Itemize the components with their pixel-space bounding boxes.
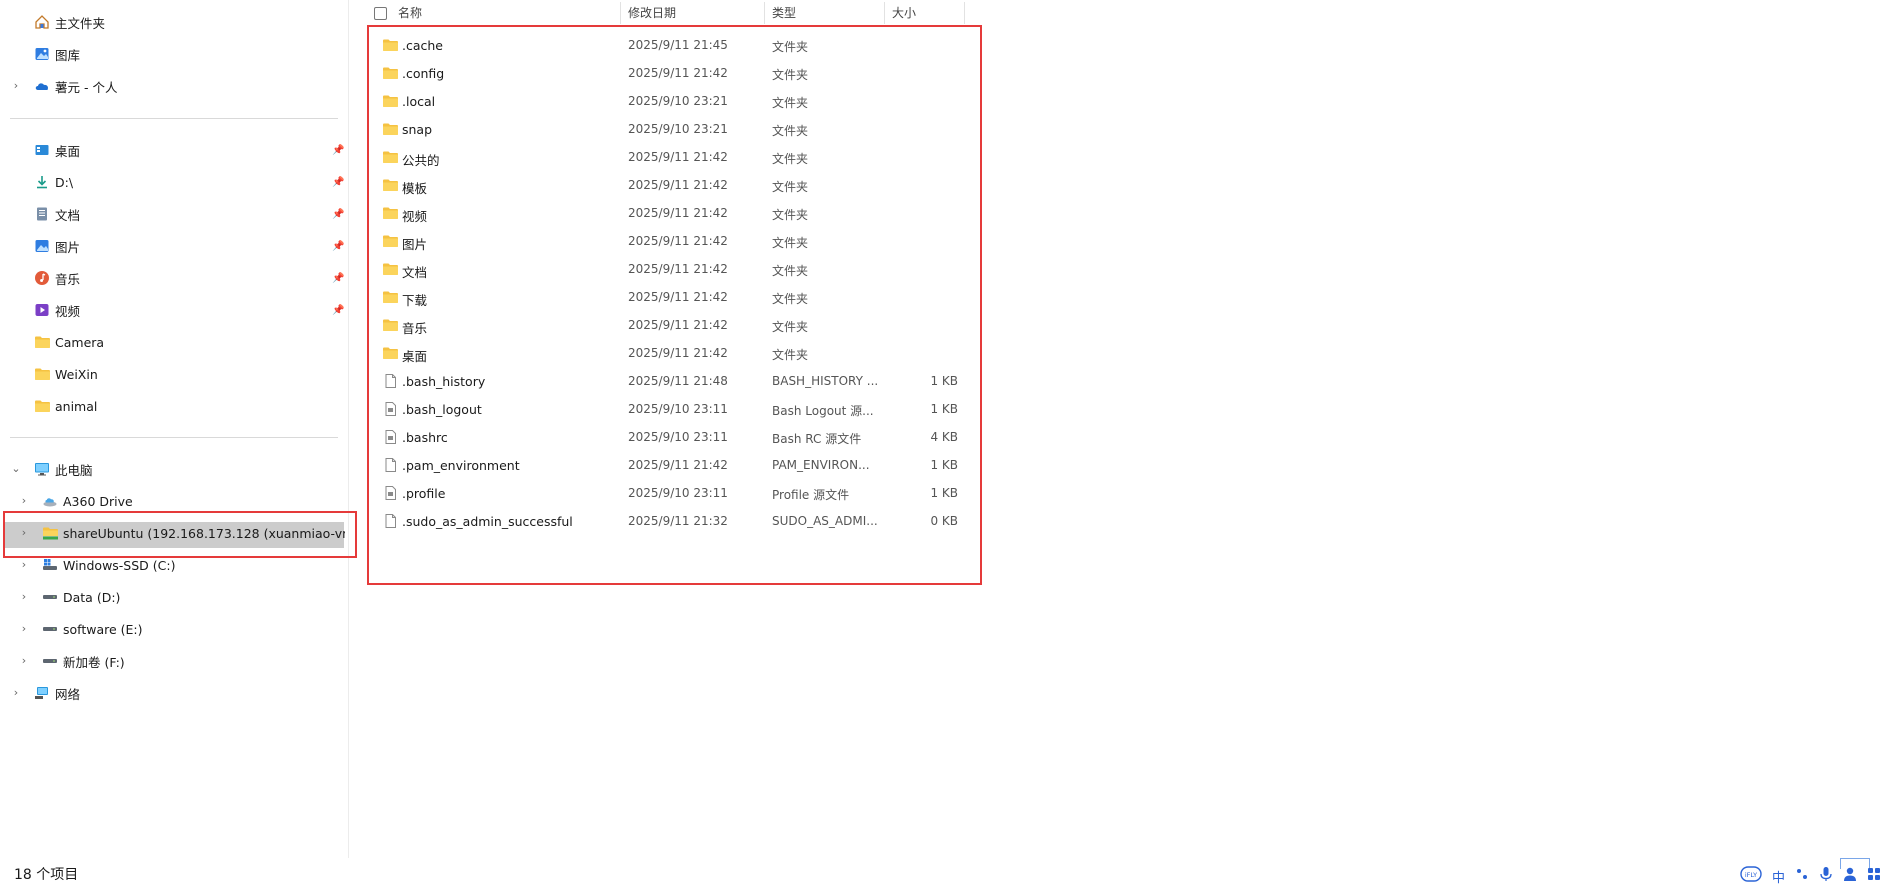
nav-item-weixin[interactable]: WeiXin	[0, 360, 348, 388]
nav-item-label: Data (D:)	[63, 589, 121, 605]
nav-item-onedrive[interactable]: › 薯元 - 个人	[0, 72, 348, 100]
onedrive-cloud-icon	[34, 78, 50, 94]
annotation-highlight-box	[367, 25, 982, 585]
punctuation-icon[interactable]	[1795, 867, 1809, 885]
nav-item-camera[interactable]: Camera	[0, 328, 348, 356]
nav-item-label: 薯元 - 个人	[55, 79, 118, 95]
this-pc-icon	[34, 461, 50, 477]
pin-icon[interactable]: 📌	[332, 209, 344, 220]
nav-item-label: 新加卷 (F:)	[63, 654, 125, 670]
column-date[interactable]: 修改日期	[628, 0, 676, 26]
nav-item-label: WeiXin	[55, 366, 98, 382]
nav-item-home[interactable]: 主文件夹	[0, 8, 348, 36]
nav-item-software-e[interactable]: › software (E:)	[0, 615, 348, 643]
folder-icon	[34, 398, 50, 414]
nav-item-label: 视频	[55, 303, 81, 319]
video-icon	[34, 302, 50, 318]
network-icon	[34, 685, 50, 701]
nav-item-network[interactable]: › 网络	[0, 679, 348, 707]
column-divider[interactable]	[964, 2, 965, 24]
nav-item-animal[interactable]: animal	[0, 392, 348, 420]
gallery-icon	[34, 46, 50, 62]
folder-icon	[34, 366, 50, 382]
music-icon	[34, 270, 50, 286]
nav-item-music[interactable]: 音乐 📌	[0, 264, 348, 292]
nav-item-label: Camera	[55, 334, 105, 350]
pictures-icon	[34, 238, 50, 254]
column-header: ^ 名称 修改日期 类型 大小	[362, 0, 966, 26]
ime-language-toggle[interactable]: 中	[1772, 867, 1785, 886]
ifly-logo-icon[interactable]: iFLY	[1740, 865, 1762, 887]
cloud-drive-icon	[42, 493, 58, 509]
nav-item-label: 网络	[55, 686, 81, 702]
chevron-right-icon[interactable]: ›	[18, 495, 30, 507]
home-icon	[34, 14, 50, 30]
chevron-right-icon[interactable]: ›	[10, 687, 22, 699]
navigation-pane: 主文件夹 图库 › 薯元 - 个人 桌面 📌 D:\ 📌 文档 📌 图片 📌 音…	[0, 0, 357, 858]
column-divider[interactable]	[764, 2, 765, 24]
user-icon[interactable]	[1843, 866, 1857, 886]
svg-text:iFLY: iFLY	[1745, 871, 1757, 879]
drive-icon	[42, 621, 58, 637]
nav-item-gallery[interactable]: 图库	[0, 40, 348, 68]
nav-item-label: Windows-SSD (C:)	[63, 557, 176, 573]
nav-item-data-d[interactable]: › Data (D:)	[0, 583, 348, 611]
nav-item-label: 主文件夹	[55, 15, 106, 31]
nav-item-pictures[interactable]: 图片 📌	[0, 232, 348, 260]
nav-item-label: animal	[55, 398, 98, 414]
nav-item-volume-f[interactable]: › 新加卷 (F:)	[0, 647, 348, 675]
pin-icon[interactable]: 📌	[332, 305, 344, 316]
column-type[interactable]: 类型	[772, 0, 796, 26]
document-icon	[34, 206, 50, 222]
nav-item-label: 音乐	[55, 271, 81, 287]
nav-item-videos[interactable]: 视频 📌	[0, 296, 348, 324]
download-icon	[34, 174, 50, 190]
folder-icon	[34, 334, 50, 350]
chevron-right-icon[interactable]: ›	[18, 591, 30, 603]
chevron-right-icon[interactable]: ›	[10, 80, 22, 92]
nav-item-label: 文档	[55, 207, 81, 223]
chevron-down-icon[interactable]: ⌄	[10, 463, 22, 475]
pin-icon[interactable]: 📌	[332, 241, 344, 252]
microphone-icon[interactable]	[1819, 866, 1833, 886]
chevron-right-icon[interactable]: ›	[18, 623, 30, 635]
column-divider[interactable]	[884, 2, 885, 24]
nav-item-label: D:\	[55, 174, 74, 190]
nav-item-d-drive-pinned[interactable]: D:\ 📌	[0, 168, 348, 196]
desktop-icon	[34, 142, 50, 158]
nav-item-documents[interactable]: 文档 📌	[0, 200, 348, 228]
pin-icon[interactable]: 📌	[332, 145, 344, 156]
sort-caret-icon: ^	[492, 0, 500, 5]
nav-item-label: A360 Drive	[63, 493, 133, 509]
annotation-highlight-box	[3, 511, 357, 558]
select-all-checkbox[interactable]	[374, 7, 387, 20]
nav-item-label: 图片	[55, 239, 81, 255]
drive-icon	[42, 589, 58, 605]
pin-icon[interactable]: 📌	[332, 273, 344, 284]
ime-toolbar: iFLY 中	[1740, 866, 1881, 886]
nav-item-label: 桌面	[55, 143, 81, 159]
pin-icon[interactable]: 📌	[332, 177, 344, 188]
drive-icon	[42, 653, 58, 669]
windows-drive-icon	[42, 557, 58, 573]
divider	[10, 437, 338, 438]
divider	[10, 118, 338, 119]
chevron-right-icon[interactable]: ›	[18, 655, 30, 667]
column-name[interactable]: 名称	[398, 0, 422, 26]
apps-grid-icon[interactable]	[1867, 867, 1881, 885]
item-count: 18 个项目	[14, 867, 79, 883]
nav-item-label: 图库	[55, 47, 81, 63]
chevron-right-icon[interactable]: ›	[18, 559, 30, 571]
nav-item-this-pc[interactable]: ⌄ 此电脑	[0, 455, 348, 483]
column-size[interactable]: 大小	[892, 0, 916, 26]
nav-item-desktop[interactable]: 桌面 📌	[0, 136, 348, 164]
column-divider[interactable]	[620, 2, 621, 24]
nav-item-label: software (E:)	[63, 621, 143, 637]
nav-item-label: 此电脑	[55, 462, 93, 478]
